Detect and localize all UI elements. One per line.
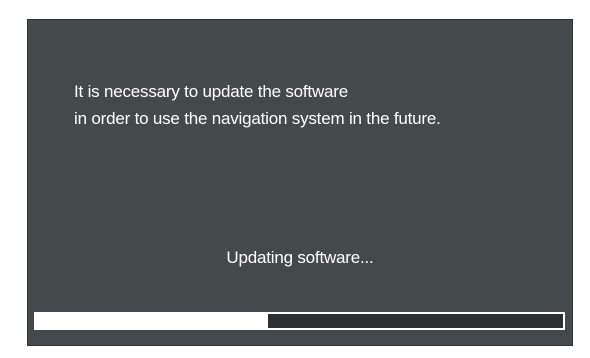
update-screen: It is necessary to update the software i… (27, 19, 573, 346)
status-text: Updating software... (226, 248, 374, 267)
progress-fill (36, 314, 268, 328)
progress-bar (34, 312, 565, 330)
display-frame: It is necessary to update the software i… (0, 0, 590, 358)
message-line-1: It is necessary to update the software (74, 82, 348, 101)
message-line-2: in order to use the navigation system in… (74, 109, 441, 128)
update-message: It is necessary to update the software i… (74, 78, 441, 132)
